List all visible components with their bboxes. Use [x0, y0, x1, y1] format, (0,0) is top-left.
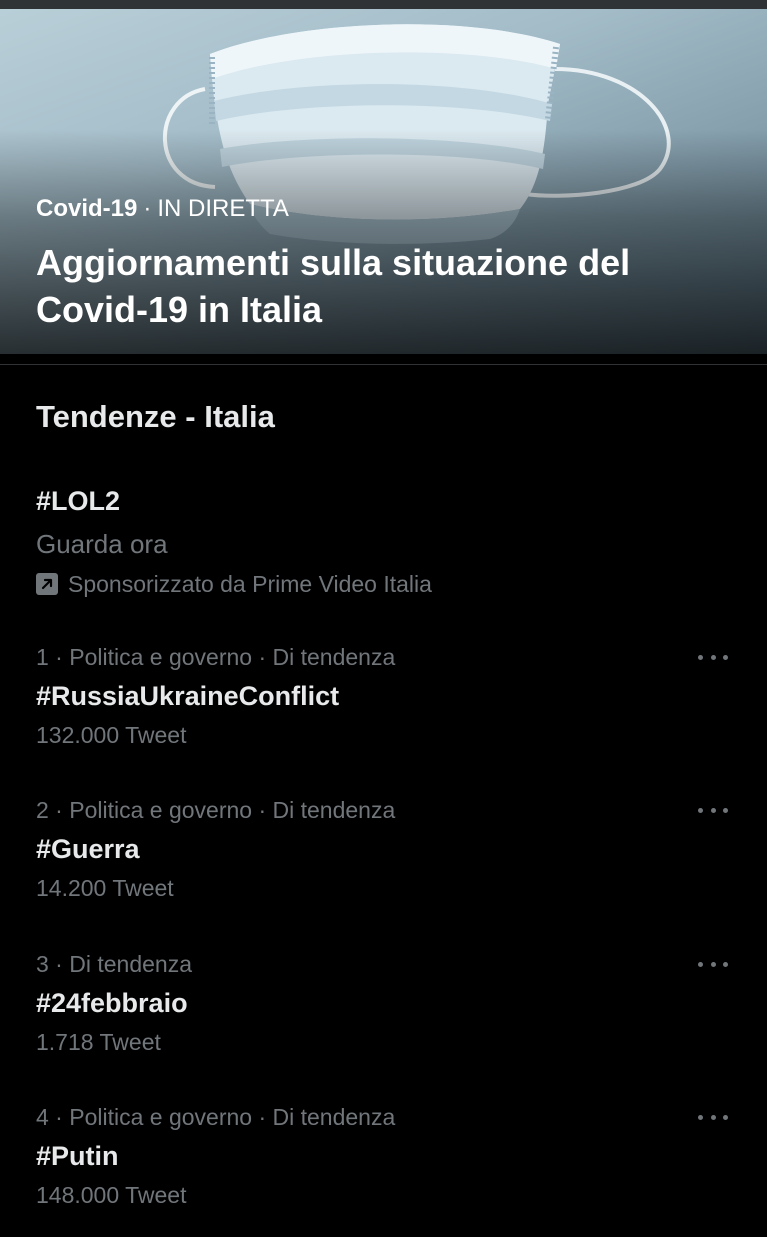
trend-meta: 2 · Politica e governo · Di tendenza — [36, 797, 396, 823]
promoted-sponsor-line: Sponsorizzato da Prime Video Italia — [36, 568, 736, 600]
trend-name: #Putin — [36, 1141, 119, 1171]
trend-meta: 4 · Politica e governo · Di tendenza — [36, 1104, 396, 1130]
more-options-icon[interactable] — [698, 799, 728, 821]
trend-tweet-count: 14.200 Tweet — [36, 875, 174, 901]
banner-separator: · — [143, 195, 152, 222]
trend-item[interactable]: 1 · Politica e governo · Di tendenza #Ru… — [36, 642, 736, 762]
trend-tweet-count: 132.000 Tweet — [36, 722, 187, 748]
banner-meta: Covid-19 · IN DIRETTA — [36, 195, 289, 223]
promoted-trend[interactable]: #LOL2 Guarda ora Sponsorizzato da Prime … — [36, 482, 736, 600]
promoted-arrow-icon — [36, 573, 58, 595]
promoted-subtitle: Guarda ora — [36, 529, 168, 559]
trend-item[interactable]: 3 · Di tendenza #24febbraio 1.718 Tweet — [36, 949, 736, 1069]
trend-item[interactable]: 4 · Politica e governo · Di tendenza #Pu… — [36, 1102, 736, 1222]
event-banner[interactable]: Covid-19 · IN DIRETTA Aggiornamenti sulla … — [0, 9, 767, 354]
trend-item[interactable]: 2 · Politica e governo · Di tendenza #Gu… — [36, 795, 736, 915]
more-options-icon[interactable] — [698, 646, 728, 668]
trend-name: #RussiaUkraineConflict — [36, 681, 340, 711]
trend-tweet-count: 148.000 Tweet — [36, 1182, 187, 1208]
banner-live-status: IN DIRETTA — [157, 195, 289, 222]
trend-meta: 3 · Di tendenza — [36, 951, 192, 977]
trend-meta: 1 · Politica e governo · Di tendenza — [36, 644, 396, 670]
trends-section-title: Tendenze - Italia — [36, 399, 275, 434]
trend-tweet-count: 1.718 Tweet — [36, 1029, 161, 1055]
trend-name: #Guerra — [36, 834, 140, 864]
section-divider — [0, 364, 767, 365]
more-options-icon[interactable] — [698, 1106, 728, 1128]
more-options-icon[interactable] — [698, 953, 728, 975]
top-bar — [0, 0, 767, 9]
trend-name: #24febbraio — [36, 988, 188, 1018]
banner-title: Aggiornamenti sulla situazione del Covid… — [36, 242, 631, 330]
promoted-hashtag: #LOL2 — [36, 486, 121, 516]
banner-category: Covid-19 — [36, 195, 138, 222]
promoted-sponsor-text: Sponsorizzato da Prime Video Italia — [68, 571, 432, 597]
